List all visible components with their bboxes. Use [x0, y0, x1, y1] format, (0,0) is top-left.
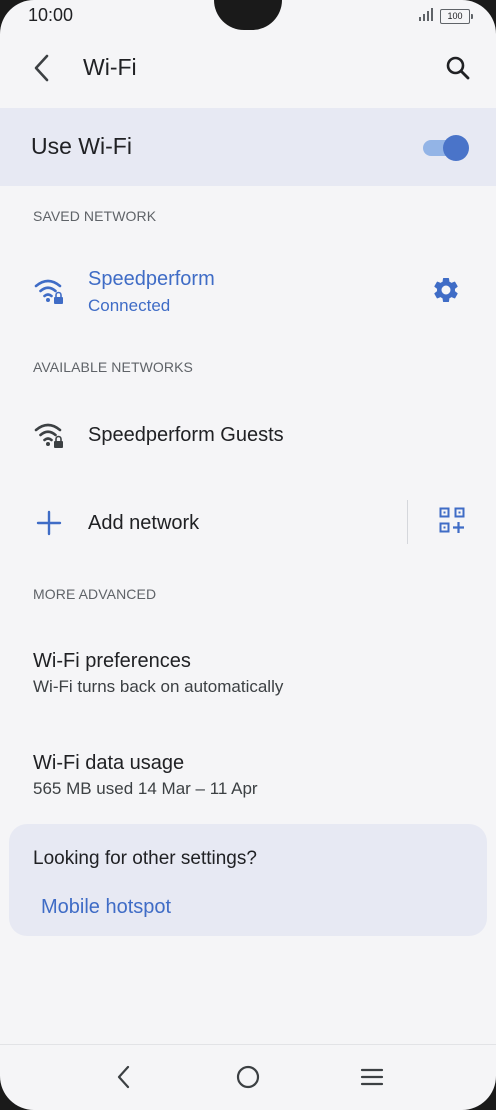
status-indicators: 100: [418, 7, 473, 26]
mobile-hotspot-link[interactable]: Mobile hotspot: [41, 896, 171, 919]
wifi-data-usage-item[interactable]: Wi-Fi data usage 565 MB used 14 Mar – 11…: [0, 736, 496, 816]
saved-network-name: Speedperform: [88, 268, 215, 290]
saved-network-header: SAVED NETWORK: [33, 208, 157, 224]
nav-back-button[interactable]: [106, 1061, 142, 1097]
navigation-bar: [0, 1044, 496, 1110]
more-advanced-header: MORE ADVANCED: [33, 586, 157, 602]
wifi-data-usage-subtitle: 565 MB used 14 Mar – 11 Apr: [33, 779, 258, 798]
nav-home-icon: [236, 1065, 260, 1094]
wifi-locked-icon: [33, 274, 67, 308]
use-wifi-row[interactable]: Use Wi-Fi: [0, 108, 496, 186]
other-settings-card: Looking for other settings? Mobile hotsp…: [9, 824, 487, 936]
arrow-back-icon: [32, 54, 52, 87]
page-title: Wi-Fi: [83, 54, 137, 80]
available-network-item[interactable]: Speedperform Guests: [0, 404, 496, 468]
search-icon: [445, 55, 471, 86]
available-networks-header: AVAILABLE NETWORKS: [33, 359, 193, 375]
add-network-label: Add network: [88, 512, 200, 534]
use-wifi-label: Use Wi-Fi: [31, 133, 132, 159]
saved-network-item[interactable]: Speedperform Connected: [0, 252, 496, 334]
signal-icon: [418, 7, 434, 26]
add-network-item[interactable]: Add network: [0, 492, 496, 556]
battery-icon: 100: [440, 8, 473, 24]
toggle-thumb: [443, 135, 469, 161]
saved-network-status: Connected: [88, 296, 171, 315]
nav-home-button[interactable]: [230, 1061, 266, 1097]
available-network-name: Speedperform Guests: [88, 424, 284, 446]
menu-icon: [360, 1067, 384, 1092]
use-wifi-toggle[interactable]: [421, 134, 471, 162]
gear-icon: [431, 275, 461, 310]
nav-back-icon: [116, 1065, 132, 1094]
wifi-preferences-title: Wi-Fi preferences: [33, 650, 191, 672]
search-button[interactable]: [438, 50, 478, 90]
status-time: 10:00: [28, 5, 74, 25]
wifi-preferences-subtitle: Wi-Fi turns back on automatically: [33, 677, 284, 696]
nav-menu-button[interactable]: [354, 1061, 390, 1097]
vertical-divider: [407, 500, 408, 544]
network-settings-button[interactable]: [426, 272, 466, 312]
wifi-preferences-item[interactable]: Wi-Fi preferences Wi-Fi turns back on au…: [0, 634, 496, 714]
wifi-settings-screen: 10:00 100 Wi-Fi Use Wi-Fi SAVED NETWORK …: [0, 0, 496, 1110]
plus-icon: [32, 506, 66, 540]
wifi-locked-icon: [33, 418, 67, 452]
qr-code-icon: [439, 507, 465, 538]
app-bar: Wi-Fi: [0, 40, 496, 100]
other-settings-title: Looking for other settings?: [33, 848, 257, 869]
wifi-data-usage-title: Wi-Fi data usage: [33, 752, 185, 774]
back-button[interactable]: [22, 50, 62, 90]
qr-scan-button[interactable]: [432, 502, 472, 542]
